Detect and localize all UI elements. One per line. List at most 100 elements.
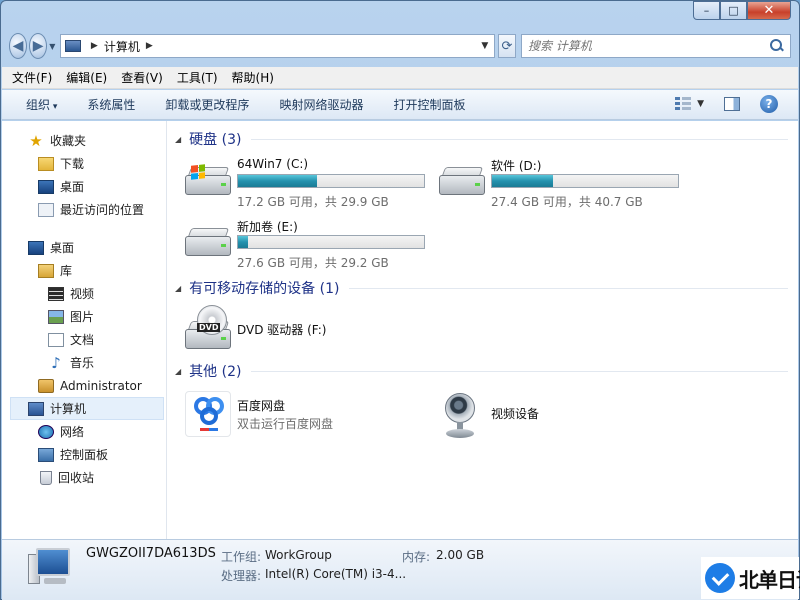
nav-label: 库 (60, 264, 73, 278)
view-dropdown-icon[interactable]: ▼ (697, 99, 704, 109)
drive-usage-bar (237, 174, 425, 188)
nav-documents[interactable]: 文档 (2, 328, 166, 351)
recycle-bin-icon (40, 470, 52, 485)
nav-label: 收藏夹 (50, 134, 87, 148)
nav-label: 控制面板 (60, 448, 109, 462)
recent-pages-dropdown-icon[interactable]: ▼ (49, 42, 56, 51)
desktop-icon (28, 240, 44, 255)
breadcrumb-chevron-icon[interactable]: ▶ (91, 41, 98, 51)
video-library-icon (48, 286, 64, 301)
uninstall-program-button[interactable]: 卸载或更改程序 (165, 96, 249, 113)
nav-label: 桌面 (60, 180, 85, 194)
close-button[interactable]: ✕ (747, 1, 791, 20)
menu-edit[interactable]: 编辑(E) (66, 69, 107, 86)
preview-pane-icon[interactable] (724, 97, 740, 111)
dvd-drive-f[interactable]: DVD DVD 驱动器 (F:) (185, 305, 385, 357)
nav-computer[interactable]: 计算机 (10, 397, 164, 420)
drive-usage-bar (491, 174, 679, 188)
nav-favorites[interactable]: ★ 收藏夹 (2, 129, 166, 152)
forward-button[interactable]: ▶ (29, 33, 48, 59)
maximize-button[interactable]: □ (720, 1, 747, 20)
dvd-logo-text: DVD (197, 323, 221, 332)
workgroup-label: 工作组: (221, 550, 262, 564)
drive-name: 软件 (D:) (491, 159, 542, 173)
content-area: ◢ 硬盘 (3) 64Win7 (C:) 17.2 GB 可用，共 29.9 G… (167, 121, 798, 539)
system-hard-drive-icon (185, 164, 231, 195)
caption-buttons: – □ ✕ (693, 1, 791, 20)
nav-music[interactable]: ♪ 音乐 (2, 351, 166, 374)
nav-label: 音乐 (70, 356, 95, 370)
nav-control-panel[interactable]: 控制面板 (2, 443, 166, 466)
help-icon[interactable]: ? (760, 95, 778, 113)
drive-e[interactable]: 新加卷 (E:) 27.6 GB 可用，共 29.2 GB (185, 218, 430, 270)
computer-name: GWGZOII7DA613DS (86, 546, 216, 561)
menu-file[interactable]: 文件(F) (12, 69, 52, 86)
webcam-icon (443, 393, 477, 439)
menu-bar: 文件(F) 编辑(E) 查看(V) 工具(T) 帮助(H) (2, 67, 798, 89)
minimize-button[interactable]: – (693, 1, 720, 20)
video-device-item[interactable]: 视频设备 (439, 391, 619, 441)
nav-administrator[interactable]: Administrator (2, 374, 166, 397)
computer-icon (28, 548, 74, 588)
search-input[interactable] (527, 39, 770, 53)
address-row: ◀ ▶ ▼ ▶ 计算机 ▶ ▼ ⟳ (9, 31, 791, 61)
nav-libraries[interactable]: 库 (2, 259, 166, 282)
refresh-button[interactable]: ⟳ (497, 34, 516, 58)
nav-label: 图片 (70, 310, 95, 324)
computer-icon (64, 40, 81, 52)
item-name: 百度网盘 (237, 399, 286, 413)
control-panel-icon (38, 447, 54, 462)
drive-name: DVD 驱动器 (F:) (237, 323, 327, 337)
nav-videos[interactable]: 视频 (2, 282, 166, 305)
breadcrumb-chevron-icon[interactable]: ▶ (146, 41, 153, 51)
hard-drive-icon (439, 165, 485, 195)
drive-d[interactable]: 软件 (D:) 27.4 GB 可用，共 40.7 GB (439, 157, 684, 209)
group-header-other[interactable]: ◢ 其他 (2) (175, 362, 788, 380)
details-pane: GWGZOII7DA613DS 工作组: WorkGroup 内存: 2.00 … (2, 539, 798, 600)
map-network-drive-button[interactable]: 映射网络驱动器 (279, 96, 363, 113)
watermark: 北单日记 (701, 557, 800, 599)
nav-network[interactable]: 网络 (2, 420, 166, 443)
desktop-icon (38, 179, 54, 194)
open-control-panel-button[interactable]: 打开控制面板 (393, 96, 465, 113)
collapse-arrow-icon[interactable]: ◢ (175, 367, 181, 376)
nav-downloads[interactable]: 下载 (2, 152, 166, 175)
collapse-arrow-icon[interactable]: ◢ (175, 284, 181, 293)
menu-view[interactable]: 查看(V) (121, 69, 163, 86)
main-body: ★ 收藏夹 下载 桌面 最近访问的位置 桌面 库 视频 图片 文档 ♪ 音乐 A… (2, 121, 798, 539)
drive-name: 64Win7 (C:) (237, 157, 309, 171)
address-dropdown-icon[interactable]: ▼ (476, 41, 494, 51)
group-header-removable[interactable]: ◢ 有可移动存储的设备 (1) (175, 279, 788, 297)
music-note-icon: ♪ (51, 353, 61, 372)
nav-label: 网络 (60, 425, 85, 439)
address-bar[interactable]: ▶ 计算机 ▶ ▼ (59, 34, 495, 58)
collapse-arrow-icon[interactable]: ◢ (175, 135, 181, 144)
group-header-hdd[interactable]: ◢ 硬盘 (3) (175, 130, 788, 148)
search-icon[interactable] (769, 39, 784, 53)
group-title: 硬盘 (3) (189, 132, 242, 148)
breadcrumb-computer[interactable]: 计算机 (104, 38, 140, 55)
nav-desktop[interactable]: 桌面 (2, 236, 166, 259)
nav-recycle-bin[interactable]: 回收站 (2, 466, 166, 489)
organize-button[interactable]: 组织 (26, 96, 57, 113)
drive-name: 新加卷 (E:) (237, 220, 298, 234)
library-icon (38, 263, 54, 278)
drive-c[interactable]: 64Win7 (C:) 17.2 GB 可用，共 29.9 GB (185, 157, 430, 209)
explorer-window: – □ ✕ ◀ ▶ ▼ ▶ 计算机 ▶ ▼ ⟳ 文件(F) 编辑(E) 查看(V… (0, 0, 800, 600)
memory-label: 内存: (402, 550, 431, 564)
nav-label: 下载 (60, 157, 85, 171)
baidu-netdisk-item[interactable]: 百度网盘 双击运行百度网盘 (185, 391, 405, 441)
back-button[interactable]: ◀ (9, 33, 28, 59)
nav-pictures[interactable]: 图片 (2, 305, 166, 328)
drive-space-info: 17.2 GB 可用，共 29.9 GB (237, 195, 389, 209)
change-view-icon[interactable] (675, 97, 692, 111)
drive-space-info: 27.4 GB 可用，共 40.7 GB (491, 195, 643, 209)
nav-label: 视频 (70, 287, 95, 301)
menu-help[interactable]: 帮助(H) (232, 69, 274, 86)
system-properties-button[interactable]: 系统属性 (87, 96, 135, 113)
search-box[interactable] (520, 34, 791, 58)
menu-tools[interactable]: 工具(T) (177, 69, 218, 86)
memory-value: 2.00 GB (436, 548, 485, 562)
nav-recent-places[interactable]: 最近访问的位置 (2, 198, 166, 221)
nav-desktop-fav[interactable]: 桌面 (2, 175, 166, 198)
